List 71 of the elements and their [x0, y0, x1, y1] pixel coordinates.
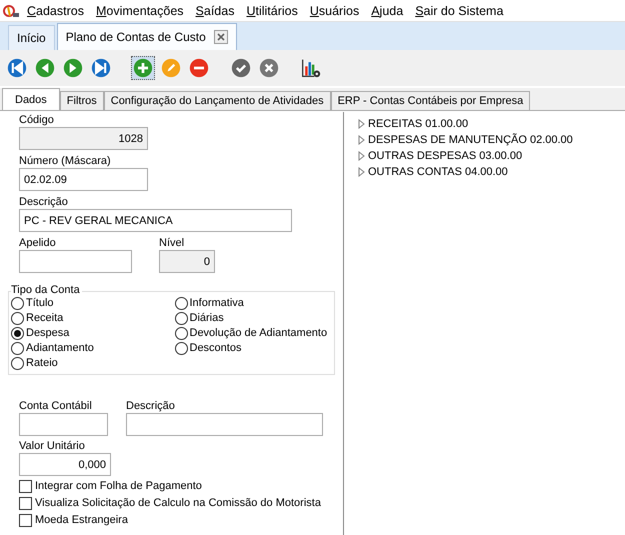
radio-button[interactable]: [174, 312, 188, 325]
form-tab[interactable]: ERP - Contas Contábeis por Empresa: [330, 91, 530, 110]
window-tab[interactable]: Plano de Contas de Custo: [56, 23, 237, 50]
input-field[interactable]: PC - REV GERAL MECANICA: [19, 209, 292, 232]
menu-item[interactable]: Utilitários: [240, 0, 304, 20]
field-label: Descrição: [126, 400, 176, 412]
checkbox[interactable]: [19, 497, 32, 510]
checkmark-icon[interactable]: [231, 57, 251, 79]
previous-record-icon[interactable]: [35, 57, 55, 79]
form-tab[interactable]: Filtros: [60, 91, 104, 110]
tree-item[interactable]: OUTRAS CONTAS 04.00.00: [368, 164, 508, 180]
radio-button[interactable]: [174, 297, 188, 310]
expand-arrow-icon[interactable]: [356, 119, 366, 129]
radio-label: Título: [26, 296, 54, 311]
form-tab[interactable]: Configuração do Lançamento de Atividades: [104, 91, 331, 110]
last-record-icon[interactable]: [91, 57, 111, 79]
field-label: Apelido: [19, 237, 57, 249]
checkbox-label: Moeda Estrangeira: [35, 514, 128, 527]
radio-label: Adiantamento: [26, 341, 94, 356]
checkbox-label: Integrar com Folha de Pagamento: [35, 480, 202, 493]
field-label: Número (Máscara): [19, 155, 112, 167]
next-record-icon[interactable]: [63, 57, 83, 79]
first-record-icon[interactable]: [7, 57, 27, 79]
radio-button[interactable]: [11, 342, 24, 355]
expand-arrow-icon[interactable]: [356, 135, 366, 145]
input-field[interactable]: 1028: [19, 127, 148, 150]
menu-item[interactable]: Saídas: [190, 0, 240, 20]
field-label: Conta Contábil: [19, 400, 93, 412]
menu-item[interactable]: Cadastros: [21, 0, 90, 20]
radio-button[interactable]: [11, 327, 24, 340]
menu-item[interactable]: Ajuda: [365, 0, 410, 20]
expand-arrow-icon[interactable]: [356, 167, 366, 177]
radio-label: Devolução de Adiantamento: [190, 326, 328, 341]
tree-item[interactable]: RECEITAS 01.00.00: [368, 116, 468, 132]
radio-label: Informativa: [190, 296, 244, 311]
input-field[interactable]: [19, 413, 108, 436]
field-label: Código: [19, 114, 55, 126]
input-field[interactable]: 02.02.09: [19, 168, 148, 191]
field-label: Nível: [159, 237, 186, 249]
radio-button[interactable]: [11, 312, 24, 325]
add-icon[interactable]: [133, 57, 153, 79]
expand-arrow-icon[interactable]: [356, 151, 366, 161]
input-field[interactable]: [126, 413, 323, 436]
app-logo-icon: [3, 2, 19, 18]
form-tab[interactable]: Dados: [2, 88, 60, 110]
input-field[interactable]: 0: [159, 250, 215, 273]
radio-button[interactable]: [11, 357, 24, 370]
tree-item[interactable]: OUTRAS DESPESAS 03.00.00: [368, 148, 522, 164]
field-label: Valor Unitário: [19, 440, 86, 452]
delete-icon[interactable]: [189, 57, 209, 79]
radio-button[interactable]: [11, 297, 24, 310]
radio-label: Receita: [26, 311, 64, 326]
checkbox-label: Visualiza Solicitação de Calculo na Comissão do Motorista: [35, 497, 321, 510]
radio-button[interactable]: [174, 342, 188, 355]
menu-item[interactable]: Movimentações: [90, 0, 190, 20]
tree-item[interactable]: DESPESAS DE MANUTENÇÃO 02.00.00: [368, 132, 573, 148]
menu-item[interactable]: Usuários: [304, 0, 366, 20]
checkbox[interactable]: [19, 514, 32, 527]
cancel-icon[interactable]: [259, 57, 279, 79]
input-field[interactable]: [19, 250, 132, 273]
radio-label: Diárias: [190, 311, 224, 326]
radio-label: Despesa: [26, 326, 70, 341]
checkbox[interactable]: [19, 480, 32, 493]
radio-button[interactable]: [174, 327, 188, 340]
window-tab[interactable]: Início: [8, 25, 55, 50]
menu-item[interactable]: Sair do Sistema: [409, 0, 510, 20]
input-field[interactable]: 0,000: [19, 453, 111, 476]
group-title: Tipo da Conta: [11, 284, 82, 297]
field-label: Descrição: [19, 196, 69, 208]
radio-label: Rateio: [26, 356, 58, 371]
radio-label: Descontos: [190, 341, 242, 356]
